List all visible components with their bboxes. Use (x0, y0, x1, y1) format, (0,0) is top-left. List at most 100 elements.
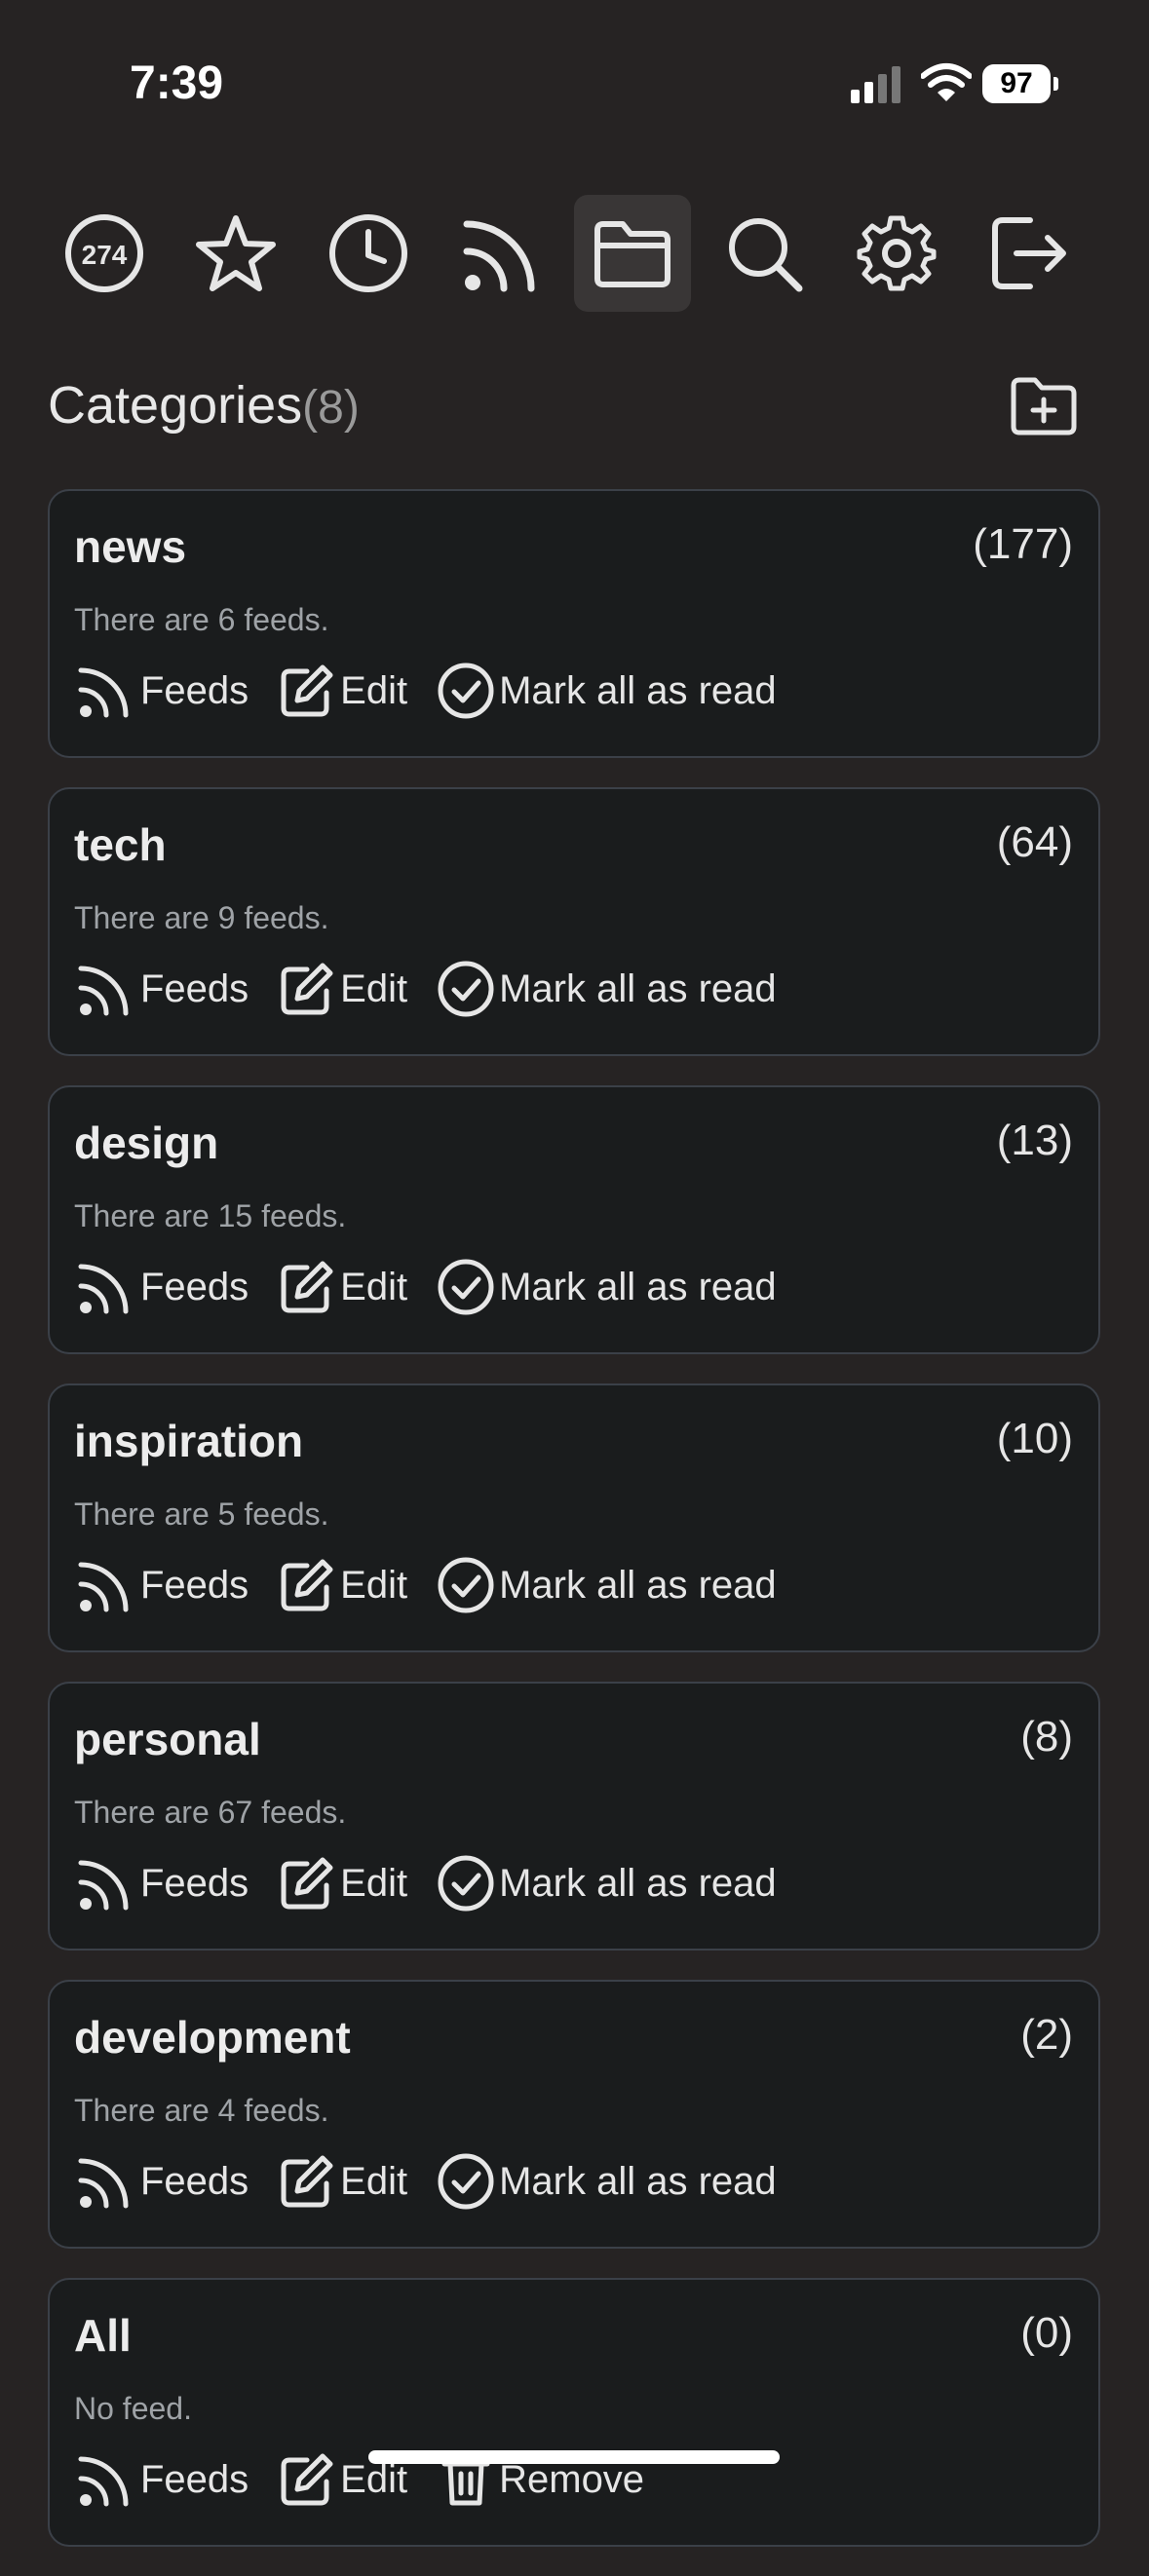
mark-all-read-link[interactable]: Mark all as read (437, 662, 777, 720)
history-button[interactable] (310, 195, 427, 312)
logout-icon (992, 217, 1066, 289)
edit-icon (281, 2155, 333, 2208)
feeds-link[interactable]: Feeds (74, 1257, 249, 1317)
edit-label: Edit (340, 2457, 408, 2501)
rss-icon (463, 220, 535, 292)
category-name[interactable]: personal (74, 1713, 261, 1765)
category-actions: Feeds Edit Mark all as read (74, 657, 806, 725)
third-action-label: Mark all as read (499, 1563, 777, 1607)
check-circle-icon (438, 1855, 494, 1912)
battery-level: 97 (982, 64, 1051, 103)
category-card: All (0) No feed. Feeds Edit Remove (48, 2278, 1100, 2547)
feeds-link[interactable]: Feeds (74, 2151, 249, 2212)
folder-icon (594, 221, 670, 287)
edit-icon (281, 1559, 333, 1611)
feeds-label: Feeds (140, 668, 249, 712)
category-name[interactable]: news (74, 520, 186, 573)
feeds-link[interactable]: Feeds (74, 1555, 249, 1615)
mark-all-read-link[interactable]: Mark all as read (437, 1258, 777, 1316)
category-card: design (13) There are 15 feeds. Feeds Ed… (48, 1085, 1100, 1354)
category-list: news (177) There are 6 feeds. Feeds Edit (48, 489, 1102, 2576)
search-button[interactable] (706, 195, 823, 312)
check-circle-icon (438, 1259, 494, 1315)
check-circle-icon (438, 663, 494, 719)
edit-link[interactable]: Edit (278, 2152, 407, 2211)
feeds-button[interactable] (441, 195, 558, 312)
category-actions: Feeds Edit Mark all as read (74, 1551, 806, 1619)
category-actions: Feeds Edit Mark all as read (74, 2147, 806, 2216)
wifi-icon (921, 63, 972, 101)
edit-label: Edit (340, 2159, 408, 2203)
category-feed-count: There are 4 feeds. (74, 2093, 329, 2128)
category-unread-count: (177) (973, 520, 1073, 568)
category-unread-count: (8) (1020, 1713, 1073, 1761)
third-action-label: Mark all as read (499, 2159, 777, 2203)
category-card: inspiration (10) There are 5 feeds. Feed… (48, 1383, 1100, 1652)
feeds-link[interactable]: Feeds (74, 1853, 249, 1913)
category-unread-count: (13) (996, 1117, 1073, 1164)
mark-all-read-link[interactable]: Mark all as read (437, 960, 777, 1018)
category-name[interactable]: design (74, 1117, 218, 1169)
add-folder-icon[interactable] (1010, 374, 1078, 436)
unread-button[interactable]: 274 (46, 195, 163, 312)
category-feed-count: There are 15 feeds. (74, 1198, 347, 1233)
edit-icon (281, 1857, 333, 1910)
category-card: tech (64) There are 9 feeds. Feeds Edit (48, 787, 1100, 1056)
rss-icon (78, 1860, 129, 1911)
check-circle-icon (438, 2153, 494, 2210)
edit-icon (281, 963, 333, 1015)
edit-link[interactable]: Edit (278, 960, 407, 1018)
third-action-label: Mark all as read (499, 668, 777, 712)
mark-all-read-link[interactable]: Mark all as read (437, 1556, 777, 1614)
category-feed-count: There are 9 feeds. (74, 900, 329, 935)
feeds-link[interactable]: Feeds (74, 661, 249, 721)
edit-icon (281, 664, 333, 717)
edit-link[interactable]: Edit (278, 1556, 407, 1614)
search-icon (729, 218, 803, 292)
gear-icon (857, 215, 937, 291)
feeds-link[interactable]: Feeds (74, 2449, 249, 2510)
category-count: (8) (302, 382, 360, 434)
feeds-link[interactable]: Feeds (74, 959, 249, 1019)
cellular-signal-icon (851, 66, 900, 103)
edit-link[interactable]: Edit (278, 1258, 407, 1316)
rss-icon (78, 2456, 129, 2507)
rss-icon (78, 1562, 129, 1612)
mark-all-read-link[interactable]: Mark all as read (437, 2152, 777, 2211)
category-name[interactable]: inspiration (74, 1415, 303, 1467)
logout-button[interactable] (970, 195, 1087, 312)
edit-link[interactable]: Edit (278, 662, 407, 720)
home-indicator (368, 2450, 780, 2464)
third-action-label: Mark all as read (499, 1265, 777, 1308)
rss-icon (78, 2158, 129, 2209)
third-action-label: Mark all as read (499, 1861, 777, 1905)
feeds-label: Feeds (140, 966, 249, 1010)
unread-count-icon: 274 (65, 214, 143, 292)
edit-label: Edit (340, 1265, 408, 1308)
feeds-label: Feeds (140, 1563, 249, 1607)
category-unread-count: (10) (996, 1415, 1073, 1462)
edit-label: Edit (340, 1861, 408, 1905)
edit-icon (281, 1261, 333, 1313)
star-icon (196, 215, 276, 291)
settings-button[interactable] (838, 195, 955, 312)
edit-icon (281, 2453, 333, 2506)
category-actions: Feeds Edit Mark all as read (74, 955, 806, 1023)
status-time: 7:39 (130, 57, 224, 109)
edit-label: Edit (340, 668, 408, 712)
category-unread-count: (0) (1020, 2309, 1073, 2357)
categories-button[interactable] (574, 195, 691, 312)
third-action-label: Remove (499, 2457, 645, 2501)
check-circle-icon (438, 961, 494, 1017)
category-name[interactable]: tech (74, 818, 167, 871)
mark-all-read-link[interactable]: Mark all as read (437, 1854, 777, 1913)
edit-link[interactable]: Edit (278, 1854, 407, 1913)
category-actions: Feeds Edit Mark all as read (74, 1253, 806, 1321)
page-title-text: Categories (48, 376, 303, 435)
category-unread-count: (2) (1020, 2011, 1073, 2059)
category-card: news (177) There are 6 feeds. Feeds Edit (48, 489, 1100, 758)
starred-button[interactable] (177, 195, 294, 312)
category-name[interactable]: development (74, 2011, 351, 2064)
category-name[interactable]: All (74, 2309, 132, 2362)
category-feed-count: No feed. (74, 2391, 192, 2426)
